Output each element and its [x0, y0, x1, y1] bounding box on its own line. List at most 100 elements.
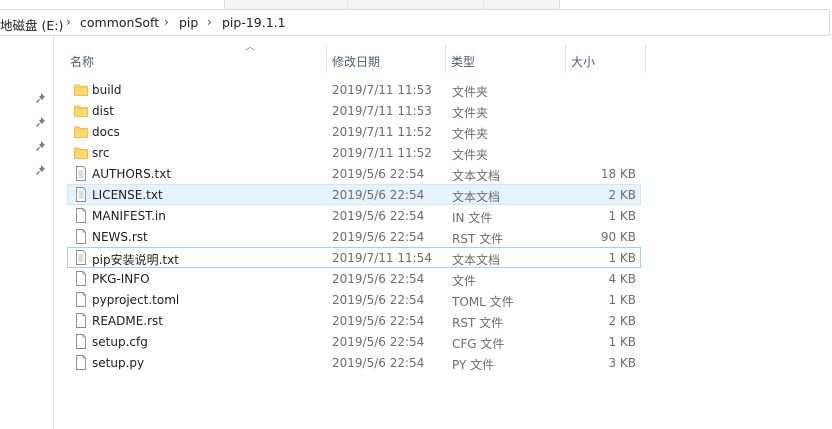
file-name: setup.py: [92, 356, 145, 370]
file-date: 2019/7/11 11:52: [332, 125, 432, 139]
navigation-pane[interactable]: [0, 37, 54, 429]
file-row[interactable]: docs 2019/7/11 11:52 文件夹: [67, 121, 641, 142]
folder-icon: [74, 82, 88, 97]
file-type: 文件: [452, 274, 477, 288]
file-size: 2 KB: [608, 188, 636, 202]
file-date: 2019/5/6 22:54: [332, 188, 425, 202]
file-name: pyproject.toml: [92, 293, 180, 307]
file-type: CFG 文件: [452, 337, 505, 351]
file-type: IN 文件: [452, 211, 493, 225]
file-size: 2 KB: [608, 314, 636, 328]
pin-icon[interactable]: [35, 164, 47, 176]
file-icon: [74, 208, 88, 223]
file-row[interactable]: NEWS.rst 2019/5/6 22:54 RST 文件 90 KB: [67, 226, 641, 247]
chevron-right-icon[interactable]: ›: [164, 15, 169, 29]
file-row[interactable]: setup.cfg 2019/5/6 22:54 CFG 文件 1 KB: [67, 331, 641, 352]
file-type: 文件夹: [452, 148, 489, 162]
file-size: 18 KB: [600, 167, 636, 181]
file-size: 4 KB: [608, 272, 636, 286]
file-type: TOML 文件: [452, 295, 514, 309]
chevron-right-icon[interactable]: ›: [66, 15, 71, 29]
file-type: PY 文件: [452, 358, 495, 372]
top-tab-strip: [0, 0, 832, 9]
file-date: 2019/5/6 22:54: [332, 167, 425, 181]
file-date: 2019/7/11 11:53: [332, 83, 432, 97]
file-type: 文件夹: [452, 85, 489, 99]
file-row[interactable]: dist 2019/7/11 11:53 文件夹: [67, 100, 641, 121]
file-icon: [74, 334, 88, 349]
file-type: 文本文档: [452, 190, 501, 204]
file-row[interactable]: pyproject.toml 2019/5/6 22:54 TOML 文件 1 KB: [67, 289, 641, 310]
breadcrumb-item-drive[interactable]: 地磁盘 (E:): [0, 15, 63, 34]
file-name: PKG-INFO: [92, 272, 150, 286]
folder-icon: [74, 103, 88, 118]
file-size: 1 KB: [608, 209, 636, 223]
breadcrumb-item-pip[interactable]: pip: [179, 15, 198, 30]
file-date: 2019/5/6 22:54: [332, 272, 425, 286]
file-row[interactable]: build 2019/7/11 11:53 文件夹: [67, 79, 641, 100]
file-row[interactable]: LICENSE.txt 2019/5/6 22:54 文本文档 2 KB: [67, 184, 641, 205]
file-date: 2019/7/11 11:52: [332, 146, 432, 160]
column-divider[interactable]: [326, 45, 327, 73]
file-icon: [74, 292, 88, 307]
file-type: 文本文档: [452, 253, 501, 267]
file-name: pip安装说明.txt: [92, 253, 179, 267]
file-type: RST 文件: [452, 316, 504, 330]
file-size: 90 KB: [600, 230, 636, 244]
address-bar[interactable]: 地磁盘 (E:) › commonSoft › pip › pip-19.1.1: [0, 9, 830, 36]
column-divider[interactable]: [645, 45, 646, 73]
chevron-right-icon[interactable]: ›: [207, 15, 212, 29]
column-header-size[interactable]: 大小: [571, 53, 595, 70]
column-header-date[interactable]: 修改日期: [332, 53, 380, 70]
file-type: 文件夹: [452, 127, 489, 141]
file-date: 2019/5/6 22:54: [332, 230, 425, 244]
pin-icon[interactable]: [35, 116, 47, 128]
text-file-icon: [74, 187, 88, 202]
tab-segment[interactable]: [483, 0, 560, 9]
file-type: 文本文档: [452, 169, 501, 183]
file-row[interactable]: pip安装说明.txt 2019/7/11 11:54 文本文档 1 KB: [67, 247, 641, 268]
tab-segment[interactable]: [224, 0, 348, 9]
file-date: 2019/7/11 11:53: [332, 104, 432, 118]
file-icon: [74, 229, 88, 244]
file-name: docs: [92, 125, 120, 139]
text-file-icon: [74, 250, 88, 265]
file-date: 2019/5/6 22:54: [332, 293, 425, 307]
file-name: build: [92, 83, 122, 97]
file-row[interactable]: PKG-INFO 2019/5/6 22:54 文件 4 KB: [67, 268, 641, 289]
file-row[interactable]: setup.py 2019/5/6 22:54 PY 文件 3 KB: [67, 352, 641, 373]
file-name: MANIFEST.in: [92, 209, 166, 223]
column-divider[interactable]: [445, 45, 446, 73]
file-row[interactable]: AUTHORS.txt 2019/5/6 22:54 文本文档 18 KB: [67, 163, 641, 184]
file-name: dist: [92, 104, 114, 118]
file-name: README.rst: [92, 314, 164, 328]
file-name: setup.cfg: [92, 335, 148, 349]
file-date: 2019/5/6 22:54: [332, 314, 425, 328]
file-size: 1 KB: [608, 293, 636, 307]
pin-icon[interactable]: [35, 92, 47, 104]
column-header-row: ︿ 名称 修改日期 类型 大小: [53, 37, 832, 73]
file-icon: [74, 355, 88, 370]
breadcrumb-item-current[interactable]: pip-19.1.1: [222, 15, 286, 30]
column-header-name[interactable]: 名称: [70, 53, 94, 70]
pin-icon[interactable]: [35, 140, 47, 152]
text-file-icon: [74, 166, 88, 181]
folder-icon: [74, 145, 88, 160]
file-type: RST 文件: [452, 232, 504, 246]
file-size: 1 KB: [608, 335, 636, 349]
sort-ascending-icon: ︿: [245, 42, 255, 53]
file-size: 1 KB: [608, 251, 636, 265]
file-date: 2019/5/6 22:54: [332, 356, 425, 370]
breadcrumb-item-commonsoft[interactable]: commonSoft: [80, 15, 159, 30]
file-row[interactable]: README.rst 2019/5/6 22:54 RST 文件 2 KB: [67, 310, 641, 331]
file-icon: [74, 313, 88, 328]
folder-icon: [74, 124, 88, 139]
file-date: 2019/5/6 22:54: [332, 209, 425, 223]
file-name: LICENSE.txt: [92, 188, 163, 202]
column-header-type[interactable]: 类型: [451, 53, 475, 70]
file-row[interactable]: MANIFEST.in 2019/5/6 22:54 IN 文件 1 KB: [67, 205, 641, 226]
column-divider[interactable]: [565, 45, 566, 73]
file-row[interactable]: src 2019/7/11 11:52 文件夹: [67, 142, 641, 163]
file-icon: [74, 271, 88, 286]
tab-segment[interactable]: [347, 0, 484, 9]
